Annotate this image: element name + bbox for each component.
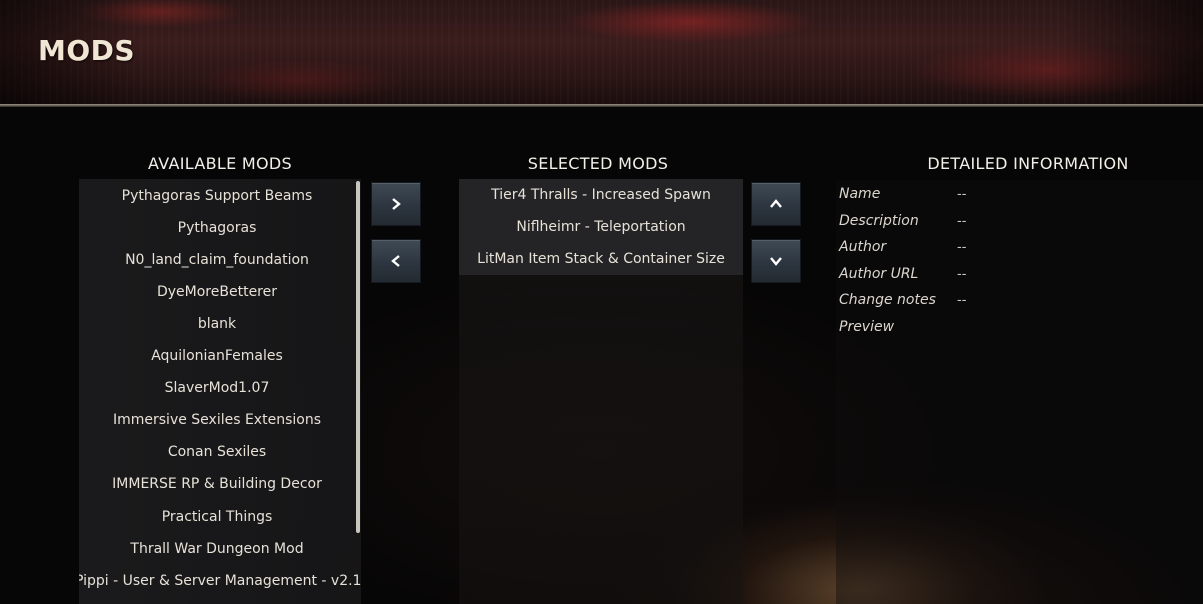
- available-mod-item[interactable]: Conan Sexiles: [79, 437, 355, 467]
- available-mod-item[interactable]: Pythagoras Support Beams: [79, 181, 355, 211]
- detail-description-label: Description: [839, 213, 919, 229]
- page-title: MODS: [38, 34, 136, 67]
- available-mod-item[interactable]: SlaverMod1.07: [79, 373, 355, 403]
- detail-author-value: --: [957, 240, 967, 255]
- detail-change-notes-label: Change notes: [839, 292, 936, 308]
- available-mod-item[interactable]: Practical Things: [79, 502, 355, 532]
- detail-name-value: --: [957, 187, 967, 202]
- add-mod-button[interactable]: [371, 182, 421, 226]
- remove-mod-button[interactable]: [371, 239, 421, 283]
- detailed-information-panel: [836, 180, 1203, 604]
- mods-screen: MODS AVAILABLE MODS SELECTED MODS DETAIL…: [0, 0, 1203, 604]
- available-list-scrollbar[interactable]: [356, 181, 360, 533]
- selected-mod-item[interactable]: LitMan Item Stack & Container Size: [459, 243, 743, 275]
- available-mod-item[interactable]: AquilonianFemales: [79, 341, 355, 371]
- available-mod-item[interactable]: N0_land_claim_foundation: [79, 245, 355, 275]
- available-mod-item[interactable]: blank: [79, 309, 355, 339]
- chevron-left-icon: [391, 255, 400, 267]
- available-mod-item[interactable]: DyeMoreBetterer: [79, 277, 355, 307]
- selected-mods-heading: SELECTED MODS: [527, 154, 669, 173]
- available-mod-item[interactable]: IMMERSE RP & Building Decor: [79, 469, 355, 499]
- header-banner: MODS: [0, 0, 1203, 107]
- detail-description-value: --: [957, 214, 967, 229]
- detail-author-url-label: Author URL: [839, 266, 919, 282]
- detail-change-notes-value: --: [957, 293, 967, 308]
- detail-author-label: Author: [839, 239, 887, 255]
- available-mods-list[interactable]: Pythagoras Support Beams Pythagoras N0_l…: [79, 179, 361, 604]
- selected-mod-item[interactable]: Tier4 Thralls - Increased Spawn: [459, 179, 743, 211]
- selected-mod-item[interactable]: Niflheimr - Teleportation: [459, 211, 743, 243]
- available-mod-item[interactable]: Pippi - User & Server Management - v2.1.…: [79, 566, 361, 596]
- chevron-right-icon: [392, 198, 401, 210]
- available-mods-heading: AVAILABLE MODS: [148, 154, 292, 173]
- available-mod-item[interactable]: Pythagoras: [79, 213, 355, 243]
- move-up-button[interactable]: [751, 182, 801, 226]
- detail-author-url-value: --: [957, 267, 967, 282]
- chevron-up-icon: [770, 199, 782, 208]
- available-mod-item[interactable]: Thrall War Dungeon Mod: [79, 534, 355, 564]
- chevron-down-icon: [770, 257, 782, 266]
- move-down-button[interactable]: [751, 239, 801, 283]
- available-mod-item[interactable]: Immersive Sexiles Extensions: [79, 405, 355, 435]
- detail-preview-label: Preview: [839, 319, 895, 335]
- selected-mods-list[interactable]: Tier4 Thralls - Increased Spawn Niflheim…: [459, 179, 743, 604]
- detail-name-label: Name: [839, 186, 881, 202]
- detailed-information-heading: DETAILED INFORMATION: [927, 154, 1129, 173]
